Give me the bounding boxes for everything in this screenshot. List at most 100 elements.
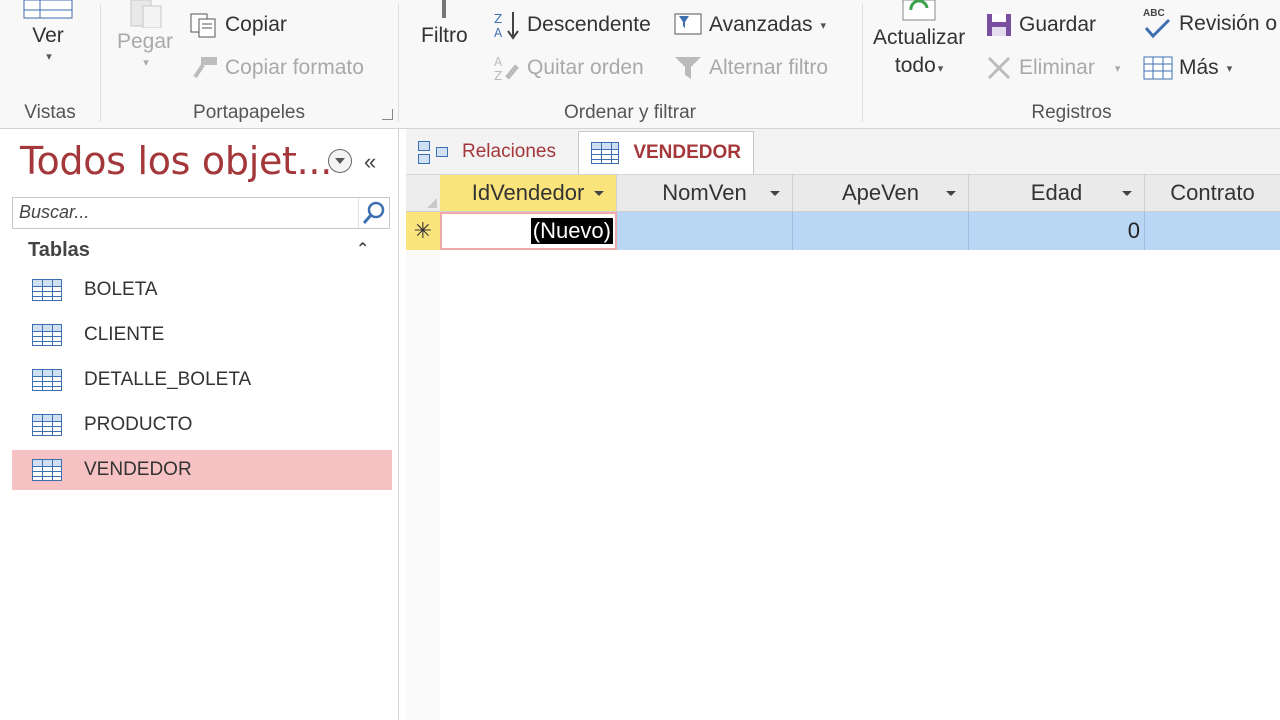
- chevron-down-icon[interactable]: [594, 191, 604, 196]
- chevron-down-icon[interactable]: [946, 191, 956, 196]
- group-label-vistas: Vistas: [24, 102, 76, 123]
- group-label-registros: Registros: [1031, 102, 1112, 123]
- copiar-button[interactable]: Copiar: [189, 12, 287, 38]
- new-record-icon[interactable]: ✳: [406, 212, 440, 250]
- chevron-down-icon[interactable]: [1122, 191, 1132, 196]
- column-header-label: IdVendedor: [471, 180, 585, 205]
- datasheet-grid: IdVendedor NomVen ApeVen Edad Contrato ✳…: [406, 175, 1280, 720]
- cell-nomven[interactable]: [617, 212, 793, 250]
- column-header-idvendedor[interactable]: IdVendedor: [440, 175, 617, 211]
- table-icon: [32, 324, 62, 346]
- cell-value: (Nuevo): [530, 218, 613, 244]
- column-header-label: Edad: [1030, 180, 1083, 205]
- revision-button[interactable]: ABC Revisión o: [1143, 8, 1277, 40]
- chevron-down-icon: ▾: [937, 63, 944, 75]
- advanced-filter-icon: [673, 12, 703, 38]
- search-input[interactable]: Buscar...: [12, 197, 390, 229]
- copiar-formato-button[interactable]: Copiar formato: [191, 55, 364, 81]
- mas-button[interactable]: Más ▾: [1143, 55, 1232, 81]
- group-label-portapapeles: Portapapeles: [193, 102, 305, 123]
- column-header-apeven[interactable]: ApeVen: [793, 175, 969, 211]
- dialog-launcher-icon[interactable]: [382, 109, 393, 120]
- quitar-orden-label: Quitar orden: [527, 56, 644, 79]
- column-header-contrato[interactable]: Contrato: [1145, 175, 1280, 211]
- chevron-down-icon: ▾: [143, 57, 149, 69]
- actualizar-label: Actualizar todo ▾: [873, 24, 965, 83]
- tab-label: Relaciones: [462, 141, 556, 162]
- nav-item-producto[interactable]: PRODUCTO: [12, 405, 392, 445]
- nav-item-label: CLIENTE: [84, 324, 165, 345]
- nav-item-boleta[interactable]: BOLETA: [12, 270, 392, 310]
- tab-label: VENDEDOR: [633, 142, 741, 163]
- cell-edad[interactable]: 0: [969, 212, 1145, 250]
- pegar-label: Pegar: [117, 30, 174, 53]
- filtro-button[interactable]: Filtro: [421, 0, 468, 48]
- filtro-label: Filtro: [421, 24, 468, 47]
- copiar-formato-label: Copiar formato: [225, 56, 364, 79]
- eliminar-button[interactable]: Eliminar ▾: [985, 55, 1120, 81]
- column-header-nomven[interactable]: NomVen: [617, 175, 793, 211]
- ver-button[interactable]: Ver ▾: [22, 0, 74, 63]
- tab-relaciones[interactable]: Relaciones: [406, 131, 568, 173]
- actualizar-todo-button[interactable]: Actualizar todo ▾: [873, 0, 965, 83]
- cell-contrato[interactable]: [1145, 212, 1280, 250]
- chevron-down-icon: ▾: [1114, 62, 1121, 75]
- copiar-label: Copiar: [225, 13, 287, 36]
- group-portapapeles: Pegar ▾ Copiar Copiar formato Portapapel…: [101, 0, 397, 128]
- record-selector-column: [406, 250, 441, 720]
- actualizar-line2: todo: [894, 54, 936, 77]
- clear-sort-icon: AZ: [493, 54, 521, 83]
- view-icon: [22, 0, 74, 22]
- revision-label: Revisión o: [1179, 12, 1278, 35]
- svg-text:Z: Z: [494, 12, 502, 26]
- format-painter-icon: [191, 55, 219, 81]
- cell-apeven[interactable]: [793, 212, 969, 250]
- navigation-pane: Todos los objet... « Buscar... Tablas ⌃ …: [0, 129, 399, 720]
- pegar-button[interactable]: Pegar ▾: [117, 0, 173, 69]
- nav-pane-title[interactable]: Todos los objet...: [20, 139, 332, 183]
- table-icon: [32, 369, 62, 391]
- nav-item-label: VENDEDOR: [84, 459, 192, 480]
- avanzadas-label: Avanzadas: [709, 13, 813, 36]
- nav-item-label: BOLETA: [84, 279, 158, 300]
- cell-idvendedor[interactable]: (Nuevo): [440, 212, 617, 250]
- svg-text:A: A: [494, 26, 503, 40]
- avanzadas-button[interactable]: Avanzadas ▾: [673, 12, 826, 38]
- nav-item-cliente[interactable]: CLIENTE: [12, 315, 392, 355]
- datasheet-empty-area: [440, 250, 1280, 720]
- column-header-label: Contrato: [1170, 180, 1255, 205]
- document-tabs: Relaciones VENDEDOR: [406, 129, 1280, 175]
- collapse-pane-icon[interactable]: «: [364, 149, 376, 175]
- paste-icon: [123, 0, 167, 29]
- table-icon: [591, 142, 620, 164]
- group-registros: Actualizar todo ▾ Guardar Eliminar ▾ ABC …: [863, 0, 1280, 128]
- select-all-button[interactable]: [406, 175, 441, 211]
- eliminar-label: Eliminar: [1019, 56, 1095, 79]
- descendente-button[interactable]: ZA Descendente: [493, 10, 651, 40]
- table-icon: [32, 279, 62, 301]
- section-header-tablas[interactable]: Tablas: [28, 239, 90, 262]
- chevron-up-icon[interactable]: ⌃: [356, 239, 369, 259]
- spelling-check-icon: ABC: [1143, 8, 1173, 40]
- nav-item-vendedor[interactable]: VENDEDOR: [12, 450, 392, 490]
- tab-vendedor[interactable]: VENDEDOR: [578, 131, 754, 174]
- chevron-down-icon: ▾: [1226, 62, 1233, 75]
- search-button[interactable]: [358, 198, 389, 228]
- delete-icon: [985, 55, 1013, 81]
- alternar-filtro-button[interactable]: Alternar filtro: [673, 55, 828, 81]
- alternar-filtro-label: Alternar filtro: [709, 56, 829, 79]
- quitar-orden-button[interactable]: AZ Quitar orden: [493, 54, 644, 83]
- actualizar-line1: Actualizar: [873, 26, 966, 49]
- sort-descending-icon: ZA: [493, 10, 521, 40]
- descendente-label: Descendente: [527, 13, 651, 36]
- table-icon: [32, 459, 62, 481]
- nav-item-detalle-boleta[interactable]: DETALLE_BOLETA: [12, 360, 392, 400]
- nav-item-label: DETALLE_BOLETA: [84, 369, 252, 390]
- column-header-label: NomVen: [662, 180, 747, 205]
- column-header-edad[interactable]: Edad: [969, 175, 1145, 211]
- nav-item-label: PRODUCTO: [84, 414, 193, 435]
- nav-dropdown-icon[interactable]: [328, 149, 352, 173]
- toggle-filter-icon: [673, 55, 703, 81]
- chevron-down-icon[interactable]: [770, 191, 780, 196]
- guardar-button[interactable]: Guardar: [985, 12, 1096, 38]
